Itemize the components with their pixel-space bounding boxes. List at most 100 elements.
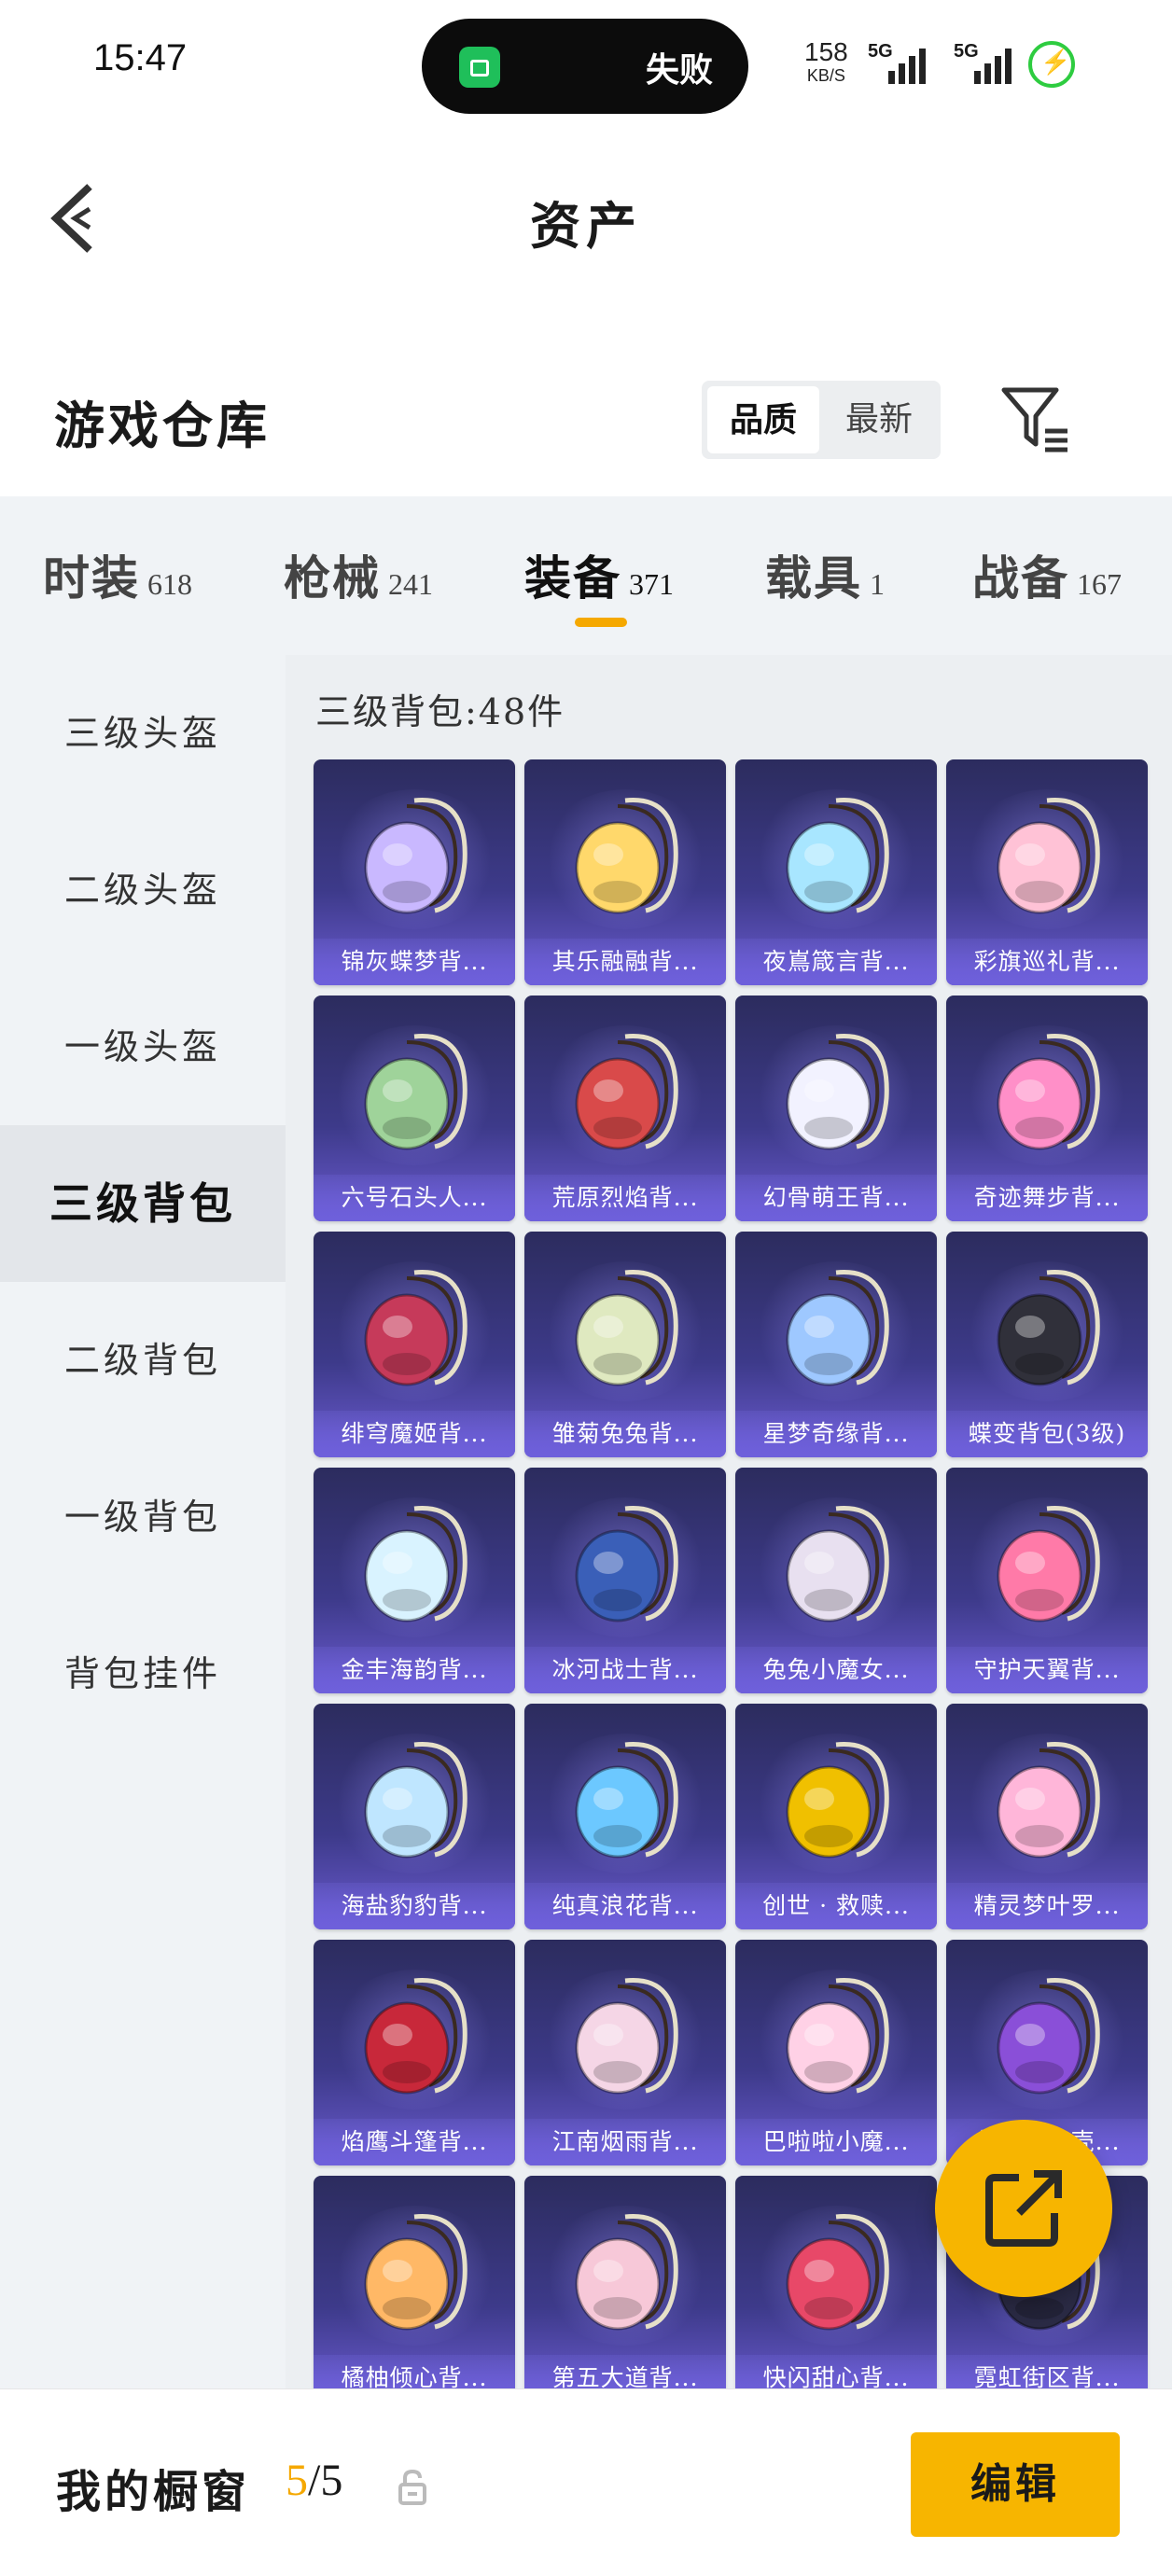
sidebar-item-backpack-3[interactable]: 三级背包 [0, 1125, 286, 1282]
sidebar-item-backpack-1[interactable]: 一级背包 [0, 1439, 286, 1595]
active-tab-indicator [575, 618, 627, 627]
backpack-icon [771, 1496, 901, 1636]
item-card[interactable]: 夜嶌箴言背... [735, 759, 937, 985]
sidebar-item-pendant[interactable]: 背包挂件 [0, 1595, 286, 1752]
backpack-icon [982, 1023, 1112, 1163]
item-card[interactable]: 彩旗巡礼背... [946, 759, 1148, 985]
item-card-label: 其乐融融背... [524, 939, 726, 985]
backpack-icon [349, 1260, 480, 1399]
item-card-label: 荒原烈焰背... [524, 1175, 726, 1221]
item-card[interactable]: 幻骨萌王背... [735, 996, 937, 1221]
item-card[interactable]: 创世 · 救赎... [735, 1704, 937, 1929]
sidebar-item-helmet-1[interactable]: 一级头盔 [0, 968, 286, 1125]
tab-firearms[interactable]: 枪械 241 [284, 541, 433, 608]
signal-2-icon: 5G [954, 41, 1019, 84]
tab-fashion[interactable]: 时装 618 [43, 541, 192, 608]
filter-icon [1001, 387, 1067, 453]
item-card[interactable]: 守护天翼背... [946, 1468, 1148, 1693]
item-card-label: 奇迹舞步背... [946, 1175, 1148, 1221]
item-card[interactable]: 星梦奇缘背... [735, 1232, 937, 1457]
item-card[interactable]: 快闪甜心背... [735, 2176, 937, 2390]
sidebar-item-backpack-2[interactable]: 二级背包 [0, 1282, 286, 1439]
item-card[interactable]: 其乐融融背... [524, 759, 726, 985]
item-card[interactable]: 焰鹰斗篷背... [314, 1940, 515, 2165]
category-tabs: 时装 618 枪械 241 装备 371 载具 1 战备 167 [0, 496, 1172, 655]
backpack-icon [560, 1023, 691, 1163]
share-external-icon [985, 2170, 1062, 2247]
backpack-icon [982, 787, 1112, 927]
item-card-label: 第五大道背... [524, 2355, 726, 2390]
bottom-bar: 我的橱窗 5/5 编辑 [0, 2388, 1172, 2576]
tab-equipment[interactable]: 装备 371 [524, 541, 674, 608]
tab-label: 装备 [524, 550, 621, 606]
item-card-label: 幻骨萌王背... [735, 1175, 937, 1221]
backpack-icon [349, 1968, 480, 2108]
showcase-current: 5 [286, 2456, 308, 2505]
sort-quality-button[interactable]: 品质 [707, 386, 819, 453]
backpack-icon [349, 1496, 480, 1636]
item-card-label: 六号石头人... [314, 1175, 515, 1221]
showcase-count: 5/5 [286, 2455, 342, 2506]
item-card[interactable]: 橘柚倾心背... [314, 2176, 515, 2390]
item-card-label: 锦灰蝶梦背... [314, 939, 515, 985]
item-card[interactable]: 金丰海韵背... [314, 1468, 515, 1693]
shopping-bag-icon [459, 47, 500, 88]
item-card-label: 蝶变背包(3级) [946, 1411, 1148, 1457]
item-card[interactable]: 精灵梦叶罗... [946, 1704, 1148, 1929]
item-card[interactable]: 锦灰蝶梦背... [314, 759, 515, 985]
status-bar: 15:47 失败 158 KB/S 5G 5G [0, 0, 1172, 131]
item-card[interactable]: 雏菊兔兔背... [524, 1232, 726, 1457]
tab-label: 时装 [43, 550, 140, 606]
item-card-label: 夜嶌箴言背... [735, 939, 937, 985]
tab-vehicles[interactable]: 载具 1 [765, 541, 885, 608]
item-card[interactable]: 纯真浪花背... [524, 1704, 726, 1929]
backpack-icon [560, 1260, 691, 1399]
tab-label: 战备 [972, 550, 1069, 606]
dynamic-island[interactable]: 失败 [422, 19, 748, 114]
item-card[interactable]: 巴啦啦小魔... [735, 1940, 937, 2165]
status-time: 15:47 [93, 37, 188, 78]
showcase-label: 我的橱窗 [56, 2466, 251, 2518]
backpack-icon [771, 1968, 901, 2108]
page-title: 资产 [530, 196, 642, 256]
item-card-label: 霓虹街区背... [946, 2355, 1148, 2390]
sidebar-item-helmet-2[interactable]: 二级头盔 [0, 812, 286, 968]
item-card-label: 雏菊兔兔背... [524, 1411, 726, 1457]
tab-supplies[interactable]: 战备 167 [972, 541, 1122, 608]
sort-newest-button[interactable]: 最新 [823, 386, 935, 453]
item-card[interactable]: 冰河战士背... [524, 1468, 726, 1693]
share-button[interactable] [935, 2120, 1112, 2297]
showcase-total: /5 [308, 2456, 343, 2505]
item-card-label: 巴啦啦小魔... [735, 2119, 937, 2165]
backpack-icon [560, 1968, 691, 2108]
page-header: 资产 [0, 159, 1172, 280]
section-title: 游戏仓库 [54, 396, 271, 455]
backpack-icon [560, 787, 691, 927]
item-card[interactable]: 第五大道背... [524, 2176, 726, 2390]
sidebar-item-helmet-3[interactable]: 三级头盔 [0, 655, 286, 812]
item-card-label: 江南烟雨背... [524, 2119, 726, 2165]
item-count-header: 三级背包:48件 [315, 691, 565, 732]
backpack-icon [349, 1732, 480, 1872]
sidebar: 三级头盔 二级头盔 一级头盔 三级背包 二级背包 一级背包 背包挂件 [0, 655, 286, 2390]
tab-count: 241 [388, 567, 433, 601]
item-card-label: 彩旗巡礼背... [946, 939, 1148, 985]
item-card[interactable]: 兔兔小魔女... [735, 1468, 937, 1693]
tab-label: 枪械 [284, 550, 381, 606]
filter-button[interactable] [998, 383, 1073, 457]
item-card-label: 海盐豹豹背... [314, 1883, 515, 1929]
signal-1-icon: 5G [868, 41, 933, 84]
item-card[interactable]: 绯穹魔姬背... [314, 1232, 515, 1457]
item-card[interactable]: 海盐豹豹背... [314, 1704, 515, 1929]
item-card-label: 焰鹰斗篷背... [314, 2119, 515, 2165]
item-card[interactable]: 奇迹舞步背... [946, 996, 1148, 1221]
item-card[interactable]: 蝶变背包(3级) [946, 1232, 1148, 1457]
item-card-label: 绯穹魔姬背... [314, 1411, 515, 1457]
edit-button[interactable]: 编辑 [911, 2432, 1120, 2537]
item-card[interactable]: 江南烟雨背... [524, 1940, 726, 2165]
backpack-icon [349, 787, 480, 927]
item-card[interactable]: 荒原烈焰背... [524, 996, 726, 1221]
lock-icon [398, 2468, 427, 2505]
item-card[interactable]: 六号石头人... [314, 996, 515, 1221]
item-card-label: 兔兔小魔女... [735, 1647, 937, 1693]
